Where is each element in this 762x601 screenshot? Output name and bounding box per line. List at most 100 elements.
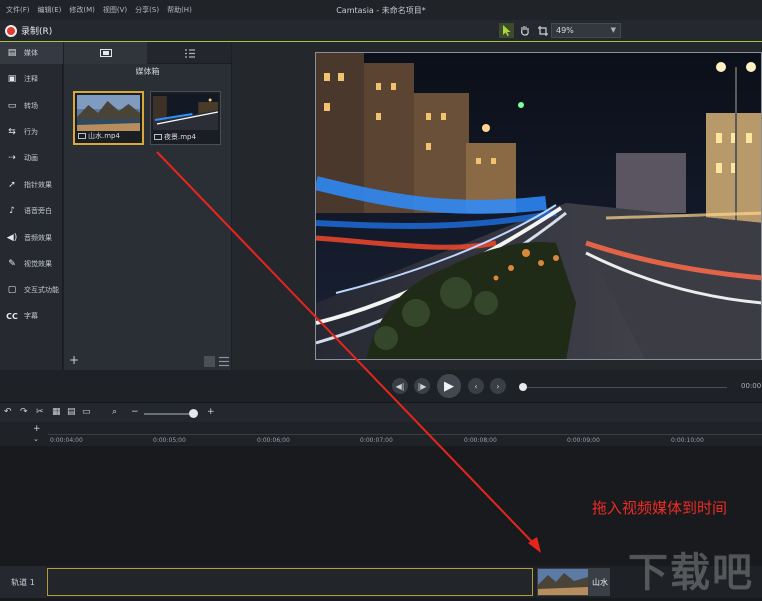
canvas-tools (499, 23, 550, 38)
sidebar-item-label: 音频效果 (24, 234, 52, 242)
next-icon[interactable]: › (490, 378, 506, 394)
list-view-icon[interactable] (219, 356, 229, 367)
menu-file[interactable]: 文件(F) (6, 5, 30, 15)
play-button[interactable]: ▶ (437, 374, 461, 398)
sidebar-item-transitions[interactable]: ▭ 转场 (0, 95, 63, 117)
microphone-icon: ♪ (9, 206, 15, 216)
menu-view[interactable]: 视图(V) (103, 5, 127, 15)
thumbnail-name: 山水.mp4 (88, 132, 120, 140)
paste-icon[interactable]: ▤ (67, 407, 76, 417)
annotation-icon: ▣ (7, 74, 17, 84)
thumbnail-name: 夜景.mp4 (164, 133, 196, 141)
watermark-logo: 下载吧 (628, 550, 754, 596)
tab-media-bin[interactable] (64, 42, 147, 64)
cursor-effect-icon: ➚ (8, 180, 16, 190)
tools-sidebar: ▤ 媒体 ▣ 注释 ▭ 转场 ⇆ 行为 ⇢ 动画 ➚ 指针效果 ♪ 语音旁白 ◀… (0, 42, 63, 370)
track-1-lane[interactable] (47, 568, 533, 596)
previous-icon[interactable]: ‹ (468, 378, 484, 394)
grid-view-icon[interactable] (204, 356, 215, 367)
night-city-thumbnail (153, 94, 218, 130)
media-bin: 媒体箱 山水.mp4 夜景.mp4 + (64, 42, 231, 370)
current-time: 00:00 (741, 382, 762, 390)
sidebar-item-interactivity[interactable]: ▢ 交互式功能 (0, 279, 63, 301)
crop-icon[interactable] (535, 23, 550, 38)
timeline-clip[interactable]: 山水 (537, 568, 610, 596)
split-icon[interactable]: ▭ (82, 407, 91, 417)
sidebar-item-label: 注释 (24, 75, 38, 83)
sidebar-item-label: 媒体 (24, 49, 38, 57)
sidebar-item-annotations[interactable]: ▣ 注释 (0, 68, 63, 90)
menu-modify[interactable]: 修改(M) (69, 5, 95, 15)
playback-controls: ◀| |▶ ▶ ‹ › 00:00 (0, 370, 762, 402)
menu-share[interactable]: 分享(S) (135, 5, 159, 15)
record-button[interactable]: 录制(R) (5, 24, 52, 37)
step-forward-icon[interactable]: |▶ (414, 378, 430, 394)
record-toolbar: 录制(R) 49% ▼ (0, 20, 762, 42)
sidebar-item-animations[interactable]: ⇢ 动画 (0, 147, 63, 169)
sidebar-item-label: 动画 (24, 154, 38, 162)
search-icon[interactable]: ⌕ (112, 407, 117, 417)
thumbnail-caption: 山水.mp4 (78, 131, 120, 141)
add-media-button[interactable]: + (68, 354, 80, 366)
ruler-tick-label: 0:00:10;00 (671, 437, 704, 444)
zoom-out-icon[interactable]: − (131, 407, 139, 417)
bin-title: 媒体箱 (135, 67, 160, 76)
chevron-down-icon[interactable]: ⌄ (33, 435, 39, 443)
audio-effect-icon: ◀) (6, 233, 18, 243)
media-thumbnail[interactable]: 山水.mp4 (73, 91, 144, 145)
sidebar-item-behaviors[interactable]: ⇆ 行为 (0, 121, 63, 143)
transition-icon: ▭ (7, 101, 17, 111)
film-icon (99, 49, 112, 57)
timeline-zoom-slider[interactable] (144, 413, 194, 415)
step-back-icon[interactable]: ◀| (392, 378, 408, 394)
hand-icon[interactable] (517, 23, 532, 38)
menu-list: 文件(F) 编辑(E) 修改(M) 视图(V) 分享(S) 帮助(H) (0, 5, 192, 15)
redo-icon[interactable]: ↷ (20, 407, 28, 417)
chevron-down-icon: ▼ (610, 26, 616, 34)
canvas-area (232, 42, 762, 370)
sidebar-item-captions[interactable]: CC 字幕 (0, 305, 63, 327)
undo-icon[interactable]: ↶ (4, 407, 12, 417)
sidebar-item-voice-narration[interactable]: ♪ 语音旁白 (0, 200, 63, 222)
timeline-ruler[interactable]: + ⌄ 0:00:04;00 0:00:05;00 0:00:06;00 0:0… (0, 422, 762, 446)
video-file-icon (78, 133, 86, 139)
sidebar-item-media[interactable]: ▤ 媒体 (0, 42, 63, 64)
cut-icon[interactable]: ✂ (36, 407, 44, 417)
menu-bar: 文件(F) 编辑(E) 修改(M) 视图(V) 分享(S) 帮助(H) Camt… (0, 0, 762, 20)
sidebar-item-audio-effects[interactable]: ◀) 音频效果 (0, 227, 63, 249)
scrubber-handle[interactable] (519, 383, 527, 391)
ruler-tick-label: 0:00:07;00 (360, 437, 393, 444)
track-1-label[interactable]: 轨道 1 (0, 566, 46, 598)
sidebar-item-label: 语音旁白 (24, 207, 52, 215)
menu-help[interactable]: 帮助(H) (167, 5, 192, 15)
ruler-tick-label: 0:00:04;00 (50, 437, 83, 444)
sidebar-item-label: 指针效果 (24, 181, 52, 189)
sidebar-item-visual-effects[interactable]: ✎ 视觉效果 (0, 253, 63, 275)
menu-edit[interactable]: 编辑(E) (38, 5, 62, 15)
pointer-icon[interactable] (499, 23, 514, 38)
night-street-image (316, 53, 761, 359)
bin-tabs (64, 42, 231, 64)
sidebar-item-label: 行为 (24, 128, 38, 136)
zoom-in-icon[interactable]: + (207, 407, 215, 417)
copy-icon[interactable]: ▦ (52, 407, 61, 417)
media-thumbnail[interactable]: 夜景.mp4 (150, 91, 221, 145)
sidebar-item-label: 交互式功能 (24, 286, 59, 294)
tab-library[interactable] (148, 42, 231, 64)
timeline-zoom-handle[interactable] (189, 409, 198, 418)
ruler-line (48, 434, 762, 435)
video-preview[interactable] (315, 52, 762, 360)
zoom-select[interactable]: 49% ▼ (551, 23, 621, 38)
ruler-tick-label: 0:00:08;00 (464, 437, 497, 444)
sidebar-item-cursor-effects[interactable]: ➚ 指针效果 (0, 174, 63, 196)
timeline-toolbar: ↶ ↷ ✂ ▦ ▤ ▭ ⌕ − + (0, 402, 762, 422)
thumbnail-caption: 夜景.mp4 (154, 132, 196, 142)
interactive-icon: ▢ (7, 285, 17, 295)
scrubber-track[interactable] (527, 387, 727, 388)
add-track-icon[interactable]: + (33, 424, 41, 434)
list-icon (184, 48, 195, 58)
record-icon (5, 24, 17, 37)
sidebar-item-label: 视觉效果 (24, 260, 52, 268)
ruler-tick-label: 0:00:05;00 (153, 437, 186, 444)
zoom-value: 49% (556, 26, 574, 35)
